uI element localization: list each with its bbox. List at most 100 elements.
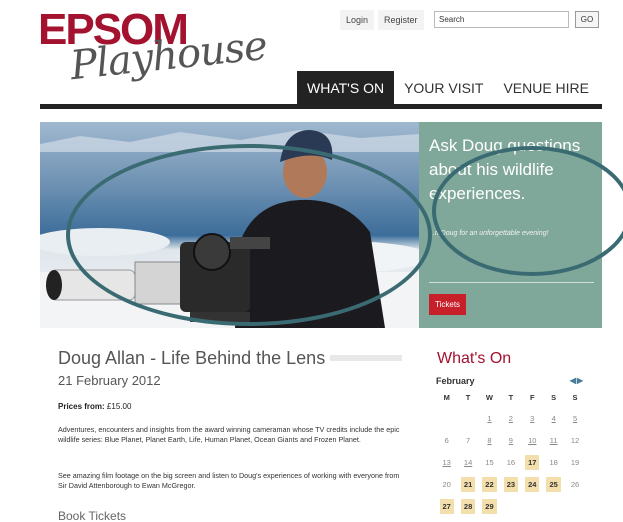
calendar-day-7: 7 — [457, 433, 478, 448]
calendar-empty-cell — [543, 502, 564, 511]
calendar-empty-cell — [500, 502, 521, 511]
events-calendar: February ◀▶ M T W T F S S 1 2 3 4 5 6 7 8 9 10 11 1… — [436, 373, 586, 517]
weekday-label: F — [529, 393, 535, 402]
calendar-day-number: 2 — [508, 413, 513, 423]
calendar-day-number: 5 — [572, 413, 578, 423]
nav-divider — [40, 104, 602, 109]
calendar-day-27[interactable]: 27 — [436, 498, 457, 514]
calendar-day-28[interactable]: 28 — [457, 498, 478, 514]
weekday-label: S — [572, 393, 578, 402]
calendar-day-number — [529, 503, 535, 509]
book-tickets-heading: Book Tickets — [58, 509, 127, 522]
event-date: 21 February 2012 — [58, 373, 161, 388]
calendar-day-number: 10 — [528, 435, 537, 445]
calendar-day-10[interactable]: 10 — [522, 433, 543, 448]
calendar-day-3[interactable]: 3 — [522, 411, 543, 426]
calendar-day-number — [465, 415, 471, 421]
calendar-day-21[interactable]: 21 — [457, 476, 478, 492]
main-nav: WHAT'S ON YOUR VISIT VENUE HIRE — [297, 71, 599, 105]
prev-month-icon[interactable]: ◀ — [570, 376, 577, 385]
calendar-day-9[interactable]: 9 — [500, 433, 521, 448]
calendar-day-number: 19 — [570, 457, 580, 467]
calendar-day-29[interactable]: 29 — [479, 498, 500, 514]
calendar-day-8[interactable]: 8 — [479, 433, 500, 448]
calendar-day-number: 6 — [444, 435, 449, 445]
calendar-day-number: 7 — [466, 435, 471, 445]
nav-venue-hire[interactable]: VENUE HIRE — [493, 71, 599, 105]
calendar-month-row: February ◀▶ — [436, 373, 586, 389]
next-month-icon[interactable]: ▶ — [577, 376, 584, 385]
calendar-empty-cell — [564, 502, 585, 511]
calendar-day-number: 15 — [485, 457, 494, 467]
hero-promo-panel: Ask Doug questions about his wildlife ex… — [419, 122, 602, 328]
calendar-week-row: 1 2 3 4 5 — [436, 407, 586, 429]
nav-whats-on[interactable]: WHAT'S ON — [297, 71, 395, 105]
hero-divider — [429, 282, 594, 283]
hero-tickets-button[interactable]: Tickets — [429, 294, 467, 315]
register-link[interactable]: Register — [378, 10, 424, 30]
login-link[interactable]: Login — [340, 10, 375, 30]
calendar-day-17[interactable]: 17 — [522, 454, 543, 470]
calendar-day-number: 24 — [525, 476, 540, 492]
prices-value: £15.00 — [106, 402, 132, 411]
calendar-day-13[interactable]: 13 — [436, 455, 457, 470]
calendar-day-number: 14 — [463, 457, 473, 467]
calendar-day-number: 3 — [530, 413, 535, 423]
calendar-day-number: 16 — [506, 457, 516, 467]
weekday-label: S — [551, 393, 557, 402]
event-description-2: See amazing film footage on the big scre… — [58, 471, 400, 490]
weekday-label: T — [465, 393, 471, 402]
nav-your-visit[interactable]: YOUR VISIT — [394, 71, 493, 105]
calendar-day-26: 26 — [564, 477, 585, 492]
calendar-day-number: 28 — [460, 498, 476, 514]
calendar-week-row: 27 28 29 — [436, 495, 586, 517]
search-go-button[interactable]: GO — [575, 11, 599, 28]
calendar-day-number: 23 — [503, 476, 519, 492]
calendar-day-19: 19 — [564, 455, 585, 470]
calendar-day-12: 12 — [564, 433, 585, 448]
calendar-day-number — [508, 503, 514, 509]
calendar-day-number: 13 — [442, 457, 451, 467]
hero-banner: Ask Doug questions about his wildlife ex… — [40, 122, 602, 328]
calendar-day-number: 26 — [570, 479, 580, 489]
calendar-day-6: 6 — [436, 433, 457, 448]
calendar-day-24[interactable]: 24 — [522, 476, 543, 492]
calendar-day-1[interactable]: 1 — [479, 411, 500, 426]
search-input[interactable] — [434, 11, 569, 28]
calendar-day-number: 20 — [442, 479, 451, 489]
hero-heading: Ask Doug questions about his wildlife ex… — [429, 136, 581, 203]
calendar-month: February — [436, 376, 475, 386]
calendar-day-number: 4 — [551, 413, 556, 423]
calendar-day-2[interactable]: 2 — [500, 411, 521, 426]
calendar-day-23[interactable]: 23 — [500, 476, 521, 492]
calendar-day-14[interactable]: 14 — [457, 455, 478, 470]
prices-label: Prices from: — [58, 402, 105, 411]
prices-line: Prices from: £15.00 — [58, 402, 131, 411]
site-logo[interactable]: EPSOM Playhouse — [38, 8, 269, 93]
account-links: Login Register — [340, 10, 428, 30]
whats-on-heading: What's On — [437, 350, 512, 367]
calendar-day-16: 16 — [500, 455, 521, 470]
hero-photo[interactable] — [40, 122, 419, 328]
calendar-empty-cell — [436, 414, 457, 423]
title-underline-bar — [330, 355, 402, 361]
calendar-day-number: 22 — [482, 476, 497, 492]
calendar-day-number: 21 — [460, 476, 476, 492]
calendar-day-number — [572, 503, 578, 509]
weekday-label: T — [508, 393, 514, 402]
calendar-day-4[interactable]: 4 — [543, 411, 564, 426]
calendar-week-row: 20 21 22 23 24 25 26 — [436, 473, 586, 495]
weekday-label: M — [443, 393, 450, 402]
calendar-day-number: 9 — [508, 435, 513, 445]
calendar-week-row: 13 14 15 16 17 18 19 — [436, 451, 586, 473]
calendar-day-25[interactable]: 25 — [543, 476, 564, 492]
calendar-day-5[interactable]: 5 — [564, 411, 585, 426]
calendar-day-number: 25 — [546, 476, 561, 492]
calendar-day-number — [444, 415, 450, 421]
calendar-day-22[interactable]: 22 — [479, 476, 500, 492]
calendar-day-11[interactable]: 11 — [543, 433, 564, 448]
cameraman-illustration — [40, 130, 419, 328]
weekday-label: W — [485, 393, 494, 402]
calendar-weekday-row: M T W T F S S — [436, 389, 586, 407]
calendar-nav-arrows: ◀▶ — [570, 373, 584, 389]
